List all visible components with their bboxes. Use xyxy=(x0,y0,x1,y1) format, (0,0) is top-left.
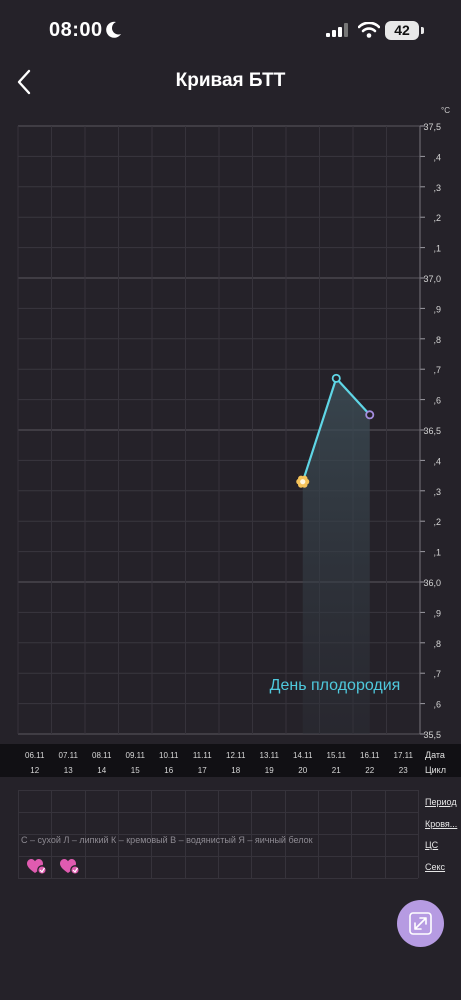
date-cell: 15.11 21 xyxy=(319,750,353,777)
date-label: 09.11 xyxy=(125,751,145,760)
y-tick-label: ,6 xyxy=(433,396,441,406)
fertile-day-label: День плодородия xyxy=(270,677,401,694)
date-cell: 12.11 18 xyxy=(219,750,253,777)
y-tick-label: ,9 xyxy=(433,608,441,618)
y-tick-label: 37,5 xyxy=(423,122,441,132)
date-label: 06.11 xyxy=(25,751,45,760)
expand-chart-button[interactable] xyxy=(397,900,444,947)
date-cell: 17.11 23 xyxy=(386,750,420,777)
tracking-grid-row-line xyxy=(18,790,418,791)
date-cell: 09.11 15 xyxy=(118,750,152,777)
tracking-grid-row-line xyxy=(18,812,418,813)
y-tick-label: ,8 xyxy=(433,335,441,345)
date-label: 12.11 xyxy=(226,751,246,760)
bbt-chart-svg: °C 37,5,4,3,2,137,0,9,8,7,636,5,4,3,2,13… xyxy=(17,106,450,740)
status-time: 08:00 xyxy=(49,19,103,41)
y-tick-label: ,2 xyxy=(433,517,441,527)
cycle-day-label: 22 xyxy=(365,766,375,775)
date-cell: 10.11 16 xyxy=(152,750,186,777)
y-tick-label: ,7 xyxy=(433,669,441,679)
cycle-day-label: 16 xyxy=(164,766,174,775)
date-cell: 08.11 14 xyxy=(85,750,119,777)
y-tick-label: ,1 xyxy=(433,244,441,254)
y-tick-label: ,3 xyxy=(433,183,441,193)
y-tick-label: ,6 xyxy=(433,700,441,710)
date-label: 17.11 xyxy=(393,751,413,760)
data-point xyxy=(331,373,341,383)
cycle-day-label: 12 xyxy=(30,766,40,775)
cycle-day-label: 17 xyxy=(197,766,207,775)
sex-heart-icon xyxy=(26,859,47,875)
date-label: 07.11 xyxy=(58,751,78,760)
y-tick-label: ,3 xyxy=(433,487,441,497)
bbt-chart[interactable]: °C 37,5,4,3,2,1 37,0,9,8,7,6 36,5,4,3,2,1 3… xyxy=(0,104,461,744)
moon-icon xyxy=(106,21,121,38)
y-tick-label: ,9 xyxy=(433,304,441,314)
status-bar: 08:00 42 xyxy=(0,0,461,60)
battery-indicator: 42 xyxy=(385,21,419,40)
y-tick-label: ,4 xyxy=(433,456,441,466)
page-title: Кривая БТТ xyxy=(175,70,286,91)
cellular-signal-icon xyxy=(326,23,348,37)
tracking-grid-column-line xyxy=(418,790,419,878)
cycle-day-label: 21 xyxy=(331,766,341,775)
data-point xyxy=(365,410,375,420)
side-label-bleeding[interactable]: Кровя... xyxy=(425,819,457,829)
cycle-day-label: 19 xyxy=(264,766,274,775)
y-tick-label: 36,0 xyxy=(423,578,441,588)
y-tick-label: ,7 xyxy=(433,365,441,375)
sex-heart-icon xyxy=(60,859,81,875)
side-label-period[interactable]: Период xyxy=(425,797,457,807)
cycle-day-label: 14 xyxy=(97,766,107,775)
mucus-legend: С – сухой Л – липкий К – кремовый В – во… xyxy=(21,835,313,845)
side-label-sex[interactable]: Секс xyxy=(425,862,445,872)
cycle-row-label: Цикл xyxy=(425,765,446,775)
y-tick-label: ,4 xyxy=(433,152,441,162)
date-label: 16.11 xyxy=(360,751,380,760)
wifi-icon xyxy=(358,22,380,38)
battery-tip xyxy=(421,27,424,34)
nav-bar: Кривая БТТ xyxy=(0,60,461,104)
cycle-day-label: 15 xyxy=(130,766,140,775)
date-cell: 16.11 22 xyxy=(353,750,387,777)
date-cell: 14.11 20 xyxy=(286,750,320,777)
y-tick-label: ,1 xyxy=(433,548,441,558)
date-cell: 11.11 17 xyxy=(185,750,219,777)
date-label: 13.11 xyxy=(259,751,279,760)
side-label-cervical-mucus[interactable]: ЦС xyxy=(425,840,438,850)
y-tick-label: 36,5 xyxy=(423,426,441,436)
y-tick-label: 35,5 xyxy=(423,730,441,740)
y-axis-ticks: 37,5 ,4 ,3 ,2 ,1 37,0 ,9 ,8 ,7 ,6 36,5 ,4 ,3 ,2 ,1 36,0… xyxy=(419,122,441,740)
cycle-day-label: 18 xyxy=(231,766,241,775)
date-cell: 07.11 13 xyxy=(51,750,85,777)
y-tick-label: ,8 xyxy=(433,639,441,649)
cycle-day-label: 13 xyxy=(63,766,73,775)
cycle-day-label: 23 xyxy=(398,766,408,775)
date-label: 11.11 xyxy=(192,751,212,760)
y-tick-label: 37,0 xyxy=(423,274,441,284)
date-label: 10.11 xyxy=(159,751,179,760)
tracking-grid-row-line xyxy=(18,878,418,879)
date-cell: 06.11 12 xyxy=(18,750,52,777)
cycle-day-label: 20 xyxy=(298,766,308,775)
date-cell: 13.11 19 xyxy=(252,750,286,777)
date-label: 14.11 xyxy=(293,751,313,760)
unit-label: °C xyxy=(441,106,450,115)
date-row-label: Дата xyxy=(425,750,445,760)
date-label: 15.11 xyxy=(326,751,346,760)
date-cycle-row: Дата Цикл 06.11 12 07.11 13 08.11 14 09.11 15 10… xyxy=(0,744,461,777)
expand-icon xyxy=(409,912,432,935)
tracking-grid-row-line xyxy=(18,856,418,857)
y-tick-label: ,2 xyxy=(433,213,441,223)
date-label: 08.11 xyxy=(92,751,112,760)
